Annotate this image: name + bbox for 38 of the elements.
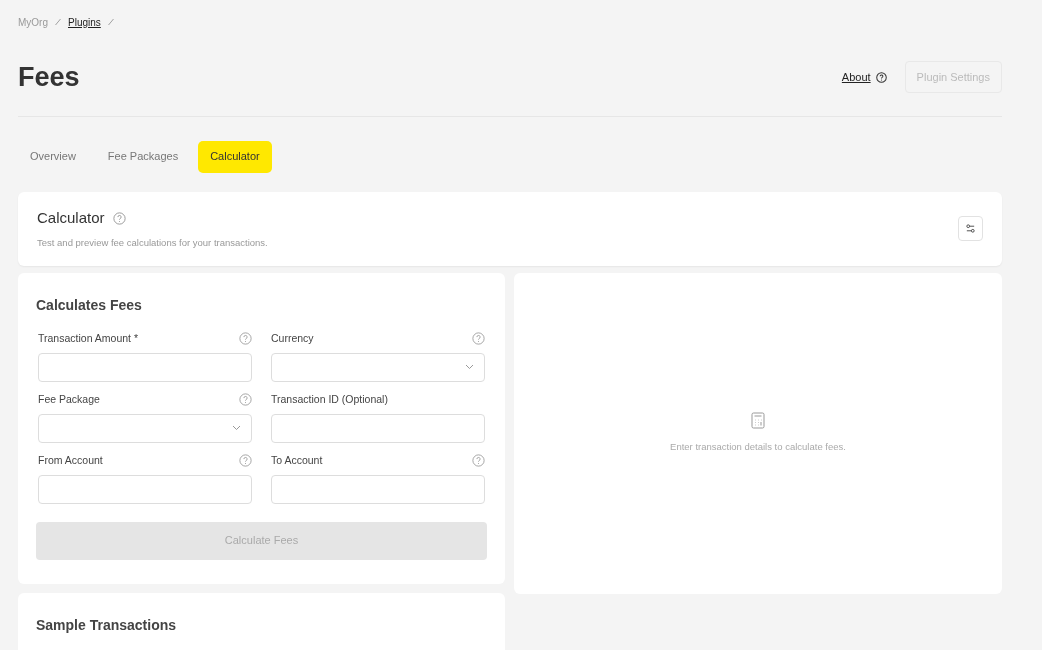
calculator-title: Calculator (37, 208, 105, 229)
breadcrumb-link[interactable]: Plugins (68, 14, 101, 30)
sliders-icon (965, 223, 976, 234)
page-title: Fees (18, 61, 80, 94)
field-label: Transaction Amount * (38, 330, 138, 346)
filter-settings-button[interactable] (958, 216, 983, 241)
tab[interactable]: Overview (18, 140, 88, 173)
field-label: Currency (271, 330, 314, 346)
input-field[interactable] (38, 352, 252, 382)
calculator-icon (751, 411, 765, 429)
dropdown-field[interactable] (38, 413, 252, 443)
empty-state-message: Enter transaction details to calculate fees. (670, 439, 846, 454)
help-icon (112, 211, 126, 225)
help-icon (239, 454, 252, 467)
tab[interactable]: Calculator (198, 140, 272, 173)
slash-icon (106, 18, 115, 26)
help-icon (875, 71, 887, 83)
field-label: Fee Package (38, 391, 100, 407)
help-icon (239, 332, 252, 345)
input-field[interactable] (271, 474, 485, 504)
field-label: Transaction ID (Optional) (271, 391, 388, 407)
help-icon (472, 332, 485, 345)
input-field[interactable] (38, 474, 252, 504)
dropdown-field[interactable] (271, 352, 485, 382)
about-link[interactable]: About (841, 69, 871, 86)
chevron-down-icon (232, 425, 241, 431)
help-icon (239, 393, 252, 406)
calculator-subtitle: Test and preview fee calculations for your transactions. (37, 235, 268, 250)
tab[interactable]: Fee Packages (95, 140, 191, 173)
help-icon (472, 454, 485, 467)
input-field[interactable] (271, 413, 485, 443)
field-label: From Account (38, 452, 103, 468)
form-title: Calculates Fees (36, 295, 143, 315)
sample-transactions-title: Sample Transactions (36, 615, 178, 635)
breadcrumb-link[interactable]: MyOrg (18, 14, 48, 30)
field-label: To Account (271, 452, 323, 468)
chevron-down-icon (465, 364, 474, 370)
slash-icon (54, 18, 62, 26)
